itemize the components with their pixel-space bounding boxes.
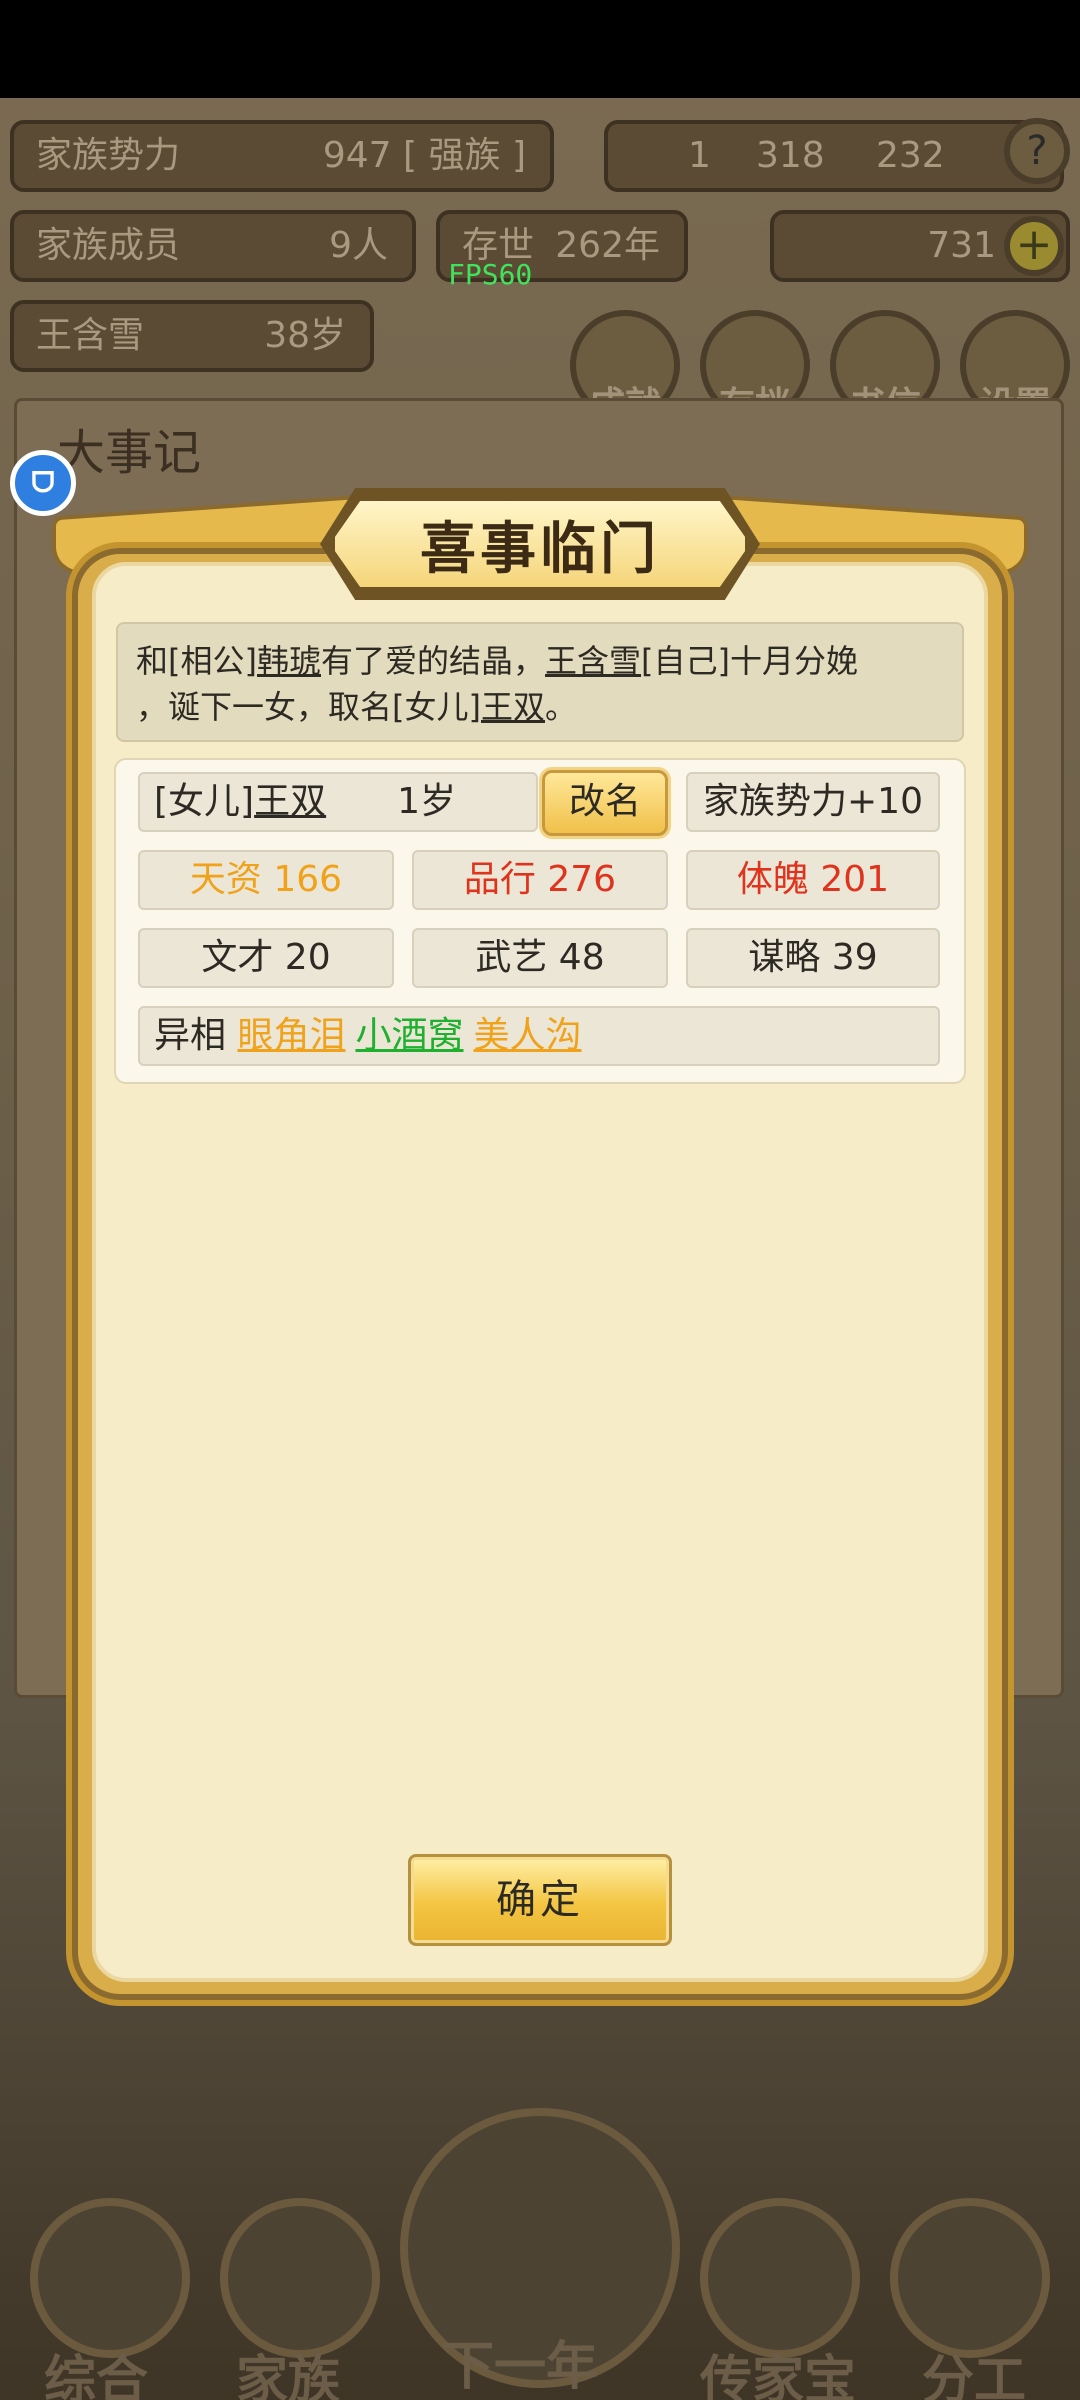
nav-division-button[interactable] bbox=[890, 2198, 1050, 2358]
child-age: 1岁 bbox=[397, 781, 456, 822]
message-text: 和[相公] bbox=[136, 642, 257, 680]
trait-item[interactable]: 眼角泪 bbox=[237, 1015, 345, 1056]
stat-strategy: 谋略 39 bbox=[686, 928, 940, 988]
family-power-label: 家族势力 bbox=[36, 135, 181, 176]
assistant-avatar-icon[interactable]: ᗜ bbox=[10, 450, 76, 516]
status-bar bbox=[0, 0, 1080, 98]
person-panel: 王含雪 38岁 bbox=[10, 300, 374, 372]
family-power-bonus: 家族势力+10 bbox=[686, 772, 940, 832]
rename-button[interactable]: 改名 bbox=[542, 770, 668, 836]
nav-division-label: 分工 bbox=[922, 2351, 1027, 2400]
spouse-name-link[interactable]: 韩琥 bbox=[257, 642, 321, 680]
nav-heirloom-button[interactable] bbox=[700, 2198, 860, 2358]
child-relation: [女儿] bbox=[154, 781, 255, 822]
birth-message: 和[相公]韩琥有了爱的结晶，王含雪[自己]十月分娩 ，诞下一女，取名[女儿]王双。 bbox=[116, 622, 964, 742]
traits-label: 异相 bbox=[154, 1015, 227, 1056]
gold-bar-count: 1 bbox=[688, 135, 711, 176]
family-power-value: 947 bbox=[322, 135, 392, 176]
child-name-cell: [女儿]王双 1岁 bbox=[138, 772, 538, 832]
message-text: 有了爱的结晶， bbox=[321, 642, 546, 680]
nav-heirloom-label: 传家宝 bbox=[700, 2351, 857, 2400]
modal-title-plate: 喜事临门 bbox=[330, 496, 750, 592]
nav-overview-button[interactable] bbox=[30, 2198, 190, 2358]
help-icon[interactable]: ? bbox=[1004, 118, 1070, 184]
child-name-link[interactable]: 王双 bbox=[254, 781, 326, 822]
fps-counter: FPS60 bbox=[448, 258, 533, 291]
message-text: [自己]十月分娩 bbox=[641, 642, 859, 680]
trait-item[interactable]: 美人沟 bbox=[474, 1015, 582, 1056]
nav-overview-label: 综合 bbox=[44, 2351, 149, 2400]
family-members-label: 家族成员 bbox=[36, 225, 181, 266]
confirm-button[interactable]: 确定 bbox=[408, 1854, 672, 1946]
family-power-rank: [ 强族 ] bbox=[403, 135, 526, 176]
ingots-value: 731 bbox=[927, 225, 996, 266]
family-members-value: 9人 bbox=[329, 225, 388, 266]
person-name: 王含雪 bbox=[36, 315, 145, 356]
silver-count: 318 bbox=[756, 135, 825, 176]
message-text: 。 bbox=[545, 688, 578, 726]
add-ingots-icon[interactable]: + bbox=[1004, 216, 1064, 276]
nav-family-button[interactable] bbox=[220, 2198, 380, 2358]
stat-talent: 天资 166 bbox=[138, 850, 394, 910]
era-value: 262年 bbox=[555, 225, 660, 266]
coin-count: 232 bbox=[876, 135, 945, 176]
nav-next-year-label: 下一年 bbox=[442, 2337, 599, 2397]
stat-conduct: 品行 276 bbox=[412, 850, 668, 910]
stat-literary: 文才 20 bbox=[138, 928, 394, 988]
stat-physique: 体魄 201 bbox=[686, 850, 940, 910]
events-title: 大事记 bbox=[57, 425, 202, 481]
family-members-panel: 家族成员 9人 bbox=[10, 210, 416, 282]
child-name-link[interactable]: 王双 bbox=[481, 688, 545, 726]
stat-martial: 武艺 48 bbox=[412, 928, 668, 988]
message-text: ，诞下一女，取名[女儿] bbox=[136, 688, 481, 726]
modal-title: 喜事临门 bbox=[420, 516, 660, 582]
family-power-panel: 家族势力 947 [ 强族 ] bbox=[10, 120, 554, 192]
resource-panel: 1 318 232 bbox=[604, 120, 1064, 192]
traits-row: 异相 眼角泪 小酒窝 美人沟 bbox=[138, 1006, 940, 1066]
trait-item[interactable]: 小酒窝 bbox=[355, 1015, 463, 1056]
self-name-link[interactable]: 王含雪 bbox=[545, 642, 641, 680]
person-age: 38岁 bbox=[264, 315, 346, 356]
nav-family-label: 家族 bbox=[236, 2351, 341, 2400]
